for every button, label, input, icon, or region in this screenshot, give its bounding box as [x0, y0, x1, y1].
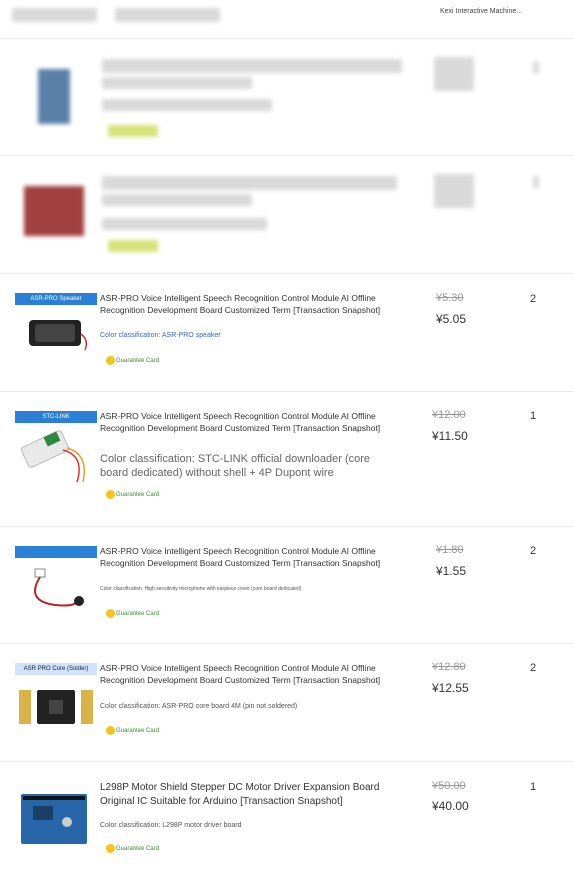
original-price: ¥5.30	[436, 292, 464, 304]
item-classification: Color classification: STC-LINK official …	[100, 453, 371, 479]
blurred-header-text	[12, 8, 97, 22]
guarantee-icon	[106, 356, 115, 365]
guarantee-icon	[106, 726, 115, 735]
motor-shield-thumbnail[interactable]	[15, 780, 97, 858]
paid-price: ¥40.00	[432, 799, 469, 813]
thumbnail-label: ASR-PRO Speaker	[15, 293, 97, 305]
blurred-badge	[108, 125, 158, 137]
blurred-badge	[108, 240, 158, 252]
original-price: ¥12.80	[432, 661, 466, 673]
item-classification: Color classification: High sensitivity m…	[100, 586, 302, 592]
blurred-title	[102, 77, 252, 89]
paid-price: ¥12.55	[432, 681, 469, 695]
blurred-title	[102, 176, 397, 190]
core-board-thumbnail[interactable]	[15, 684, 97, 734]
guarantee-label: Guarantee Card	[116, 728, 160, 735]
item-title[interactable]: ASR-PRO Voice Intelligent Speech Recogni…	[100, 662, 400, 686]
item-classification: Color classification: ASR-PRO speaker	[100, 332, 221, 339]
guarantee-card[interactable]: Guarantee Card	[106, 356, 159, 365]
guarantee-icon	[106, 844, 115, 853]
guarantee-label: Guarantee Card	[116, 846, 160, 853]
paid-price: ¥11.50	[432, 429, 468, 443]
item-classification: Color classification: ASR-PRO core board…	[100, 703, 298, 710]
blurred-title	[102, 194, 252, 206]
shop-name[interactable]: Kexi Interactive Machine...	[440, 8, 522, 15]
guarantee-card[interactable]: Guarantee Card	[106, 609, 159, 618]
guarantee-card[interactable]: Guarantee Card	[106, 726, 159, 735]
quantity: 2	[530, 293, 537, 305]
order-item-row: ASR-PRO Voice Intelligent Speech Recogni…	[0, 526, 573, 644]
item-title[interactable]: ASR-PRO Voice Intelligent Speech Recogni…	[100, 410, 400, 434]
thumbnail-label	[15, 546, 97, 558]
guarantee-label: Guarantee Card	[116, 492, 160, 499]
order-header: Kexi Interactive Machine...	[0, 0, 573, 38]
paid-price: ¥1.55	[436, 564, 467, 578]
item-title[interactable]: ASR-PRO Voice Intelligent Speech Recogni…	[100, 545, 400, 569]
speaker-thumbnail[interactable]	[15, 306, 97, 361]
item-classification: Color classification: L298P motor driver…	[100, 822, 242, 829]
guarantee-label: Guarantee Card	[116, 358, 160, 365]
blurred-classification	[102, 99, 272, 111]
paid-price: ¥5.05	[436, 312, 467, 326]
blurred-title	[102, 59, 402, 73]
blurred-thumbnail	[24, 186, 84, 236]
blurred-thumbnail	[38, 69, 70, 124]
blurred-order-row	[0, 155, 573, 274]
order-item-row: L298P Motor Shield Stepper DC Motor Driv…	[0, 761, 573, 871]
order-item-row: ASR-PRO Speaker ASR-PRO Voice Intelligen…	[0, 273, 573, 392]
quantity: 2	[530, 545, 537, 557]
order-item-row: STC-LINK ASR-PRO Voice Intelligent Speec…	[0, 391, 573, 527]
original-price: ¥12.00	[432, 409, 466, 421]
quantity: 1	[530, 410, 537, 422]
thumbnail-label: ASR PRO Core (Solder)	[15, 663, 97, 675]
blurred-classification	[102, 218, 267, 230]
blurred-order-row	[0, 38, 573, 156]
original-price: ¥1.80	[436, 544, 464, 556]
item-title[interactable]: L298P Motor Shield Stepper DC Motor Driv…	[100, 781, 400, 809]
blurred-qty	[533, 176, 539, 188]
quantity: 1	[530, 781, 537, 793]
guarantee-icon	[106, 609, 115, 618]
guarantee-card[interactable]: Guarantee Card	[106, 844, 159, 853]
thumbnail-label: STC-LINK	[15, 411, 97, 423]
guarantee-icon	[106, 490, 115, 499]
guarantee-card[interactable]: Guarantee Card	[106, 490, 159, 499]
microphone-thumbnail[interactable]	[15, 561, 97, 616]
blurred-header-text	[115, 8, 220, 22]
item-title[interactable]: ASR-PRO Voice Intelligent Speech Recogni…	[100, 292, 400, 316]
blurred-qty	[533, 61, 539, 73]
quantity: 2	[530, 662, 537, 674]
blurred-price	[434, 57, 474, 91]
blurred-price	[434, 174, 474, 208]
guarantee-label: Guarantee Card	[116, 611, 160, 618]
order-item-row: ASR PRO Core (Solder) ASR-PRO Voice Inte…	[0, 643, 573, 762]
original-price: ¥50.00	[432, 780, 466, 792]
downloader-thumbnail[interactable]	[15, 426, 97, 486]
